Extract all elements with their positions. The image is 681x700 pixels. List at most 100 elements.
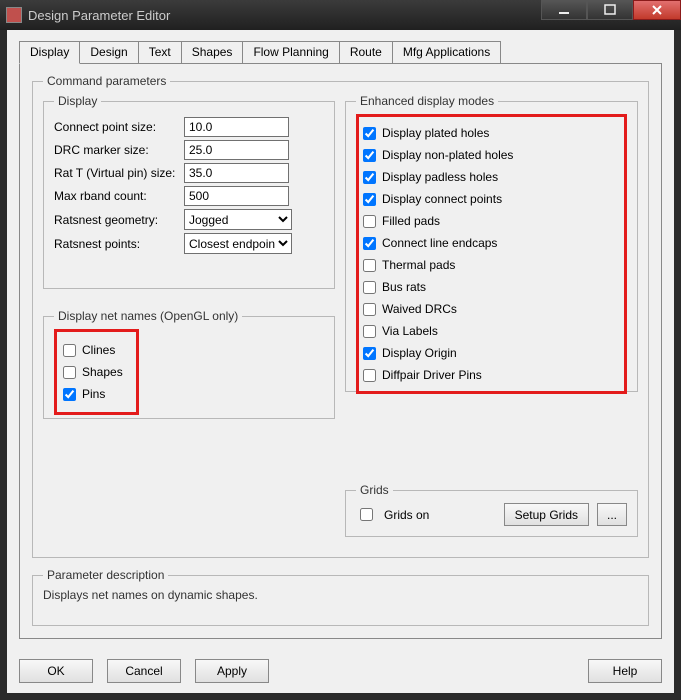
shapes-label: Shapes xyxy=(82,365,123,379)
enhanced-label: Via Labels xyxy=(382,324,438,338)
window-frame: Design Parameter Editor Display Design T… xyxy=(0,0,681,700)
group-legend: Display net names (OpenGL only) xyxy=(54,309,242,323)
enhanced-label: Display padless holes xyxy=(382,170,498,184)
highlight-frame: Clines Shapes Pins xyxy=(54,329,139,415)
enhanced-label: Waived DRCs xyxy=(382,302,457,316)
enhanced-checkbox-6[interactable] xyxy=(363,259,376,272)
enhanced-checkbox-8[interactable] xyxy=(363,303,376,316)
group-legend: Enhanced display modes xyxy=(356,94,498,108)
enhanced-item: Display Origin xyxy=(363,343,620,363)
setup-grids-ellipsis-button[interactable]: ... xyxy=(597,503,627,526)
grids-group: Grids Grids on Setup Grids ... xyxy=(345,483,638,537)
command-parameters-group: Command parameters Display Connect point… xyxy=(32,74,649,558)
enhanced-item: Display padless holes xyxy=(363,167,620,187)
connect-point-label: Connect point size: xyxy=(54,120,184,134)
maximize-button[interactable] xyxy=(587,0,633,20)
group-legend: Parameter description xyxy=(43,568,168,582)
rat-t-label: Rat T (Virtual pin) size: xyxy=(54,166,184,180)
enhanced-label: Display plated holes xyxy=(382,126,489,140)
enhanced-label: Thermal pads xyxy=(382,258,455,272)
parameter-description-text: Displays net names on dynamic shapes. xyxy=(43,588,638,602)
drc-marker-label: DRC marker size: xyxy=(54,143,184,157)
help-button[interactable]: Help xyxy=(588,659,662,683)
clines-checkbox[interactable] xyxy=(63,344,76,357)
titlebar[interactable]: Design Parameter Editor xyxy=(0,0,681,30)
enhanced-label: Connect line endcaps xyxy=(382,236,497,250)
enhanced-checkbox-5[interactable] xyxy=(363,237,376,250)
enhanced-item: Connect line endcaps xyxy=(363,233,620,253)
enhanced-item: Display connect points xyxy=(363,189,620,209)
enhanced-checkbox-9[interactable] xyxy=(363,325,376,338)
tab-label: Text xyxy=(149,45,171,59)
enhanced-item: Display non-plated holes xyxy=(363,145,620,165)
max-rband-label: Max rband count: xyxy=(54,189,184,203)
enhanced-item: Diffpair Driver Pins xyxy=(363,365,620,385)
grids-on-label: Grids on xyxy=(384,508,429,522)
enhanced-checkbox-1[interactable] xyxy=(363,149,376,162)
enhanced-checkbox-10[interactable] xyxy=(363,347,376,360)
rat-t-input[interactable] xyxy=(184,163,289,183)
tab-strip: Display Design Text Shapes Flow Planning… xyxy=(19,40,662,63)
apply-button[interactable]: Apply xyxy=(195,659,269,683)
enhanced-checkbox-4[interactable] xyxy=(363,215,376,228)
tab-design[interactable]: Design xyxy=(79,41,138,64)
enhanced-checkbox-0[interactable] xyxy=(363,127,376,140)
enhanced-item: Waived DRCs xyxy=(363,299,620,319)
tab-label: Flow Planning xyxy=(253,45,328,59)
tab-label: Route xyxy=(350,45,382,59)
enhanced-item: Via Labels xyxy=(363,321,620,341)
client-area: Display Design Text Shapes Flow Planning… xyxy=(7,30,674,693)
enhanced-label: Display Origin xyxy=(382,346,457,360)
tab-label: Shapes xyxy=(192,45,233,59)
enhanced-item: Bus rats xyxy=(363,277,620,297)
tab-label: Display xyxy=(30,45,69,59)
tab-flow-planning[interactable]: Flow Planning xyxy=(242,41,339,64)
ratsnest-points-select[interactable]: Closest endpoint xyxy=(184,233,292,254)
max-rband-input[interactable] xyxy=(184,186,289,206)
tab-display[interactable]: Display xyxy=(19,41,80,64)
enhanced-checkbox-2[interactable] xyxy=(363,171,376,184)
tab-shapes[interactable]: Shapes xyxy=(181,41,244,64)
minimize-button[interactable] xyxy=(541,0,587,20)
app-icon xyxy=(6,7,22,23)
tab-page-display: Command parameters Display Connect point… xyxy=(19,63,662,639)
enhanced-label: Diffpair Driver Pins xyxy=(382,368,482,382)
highlight-frame: Display plated holes Display non-plated h… xyxy=(356,114,627,394)
pins-checkbox[interactable] xyxy=(63,388,76,401)
display-group: Display Connect point size: DRC marker s… xyxy=(43,94,335,289)
ok-button[interactable]: OK xyxy=(19,659,93,683)
enhanced-label: Bus rats xyxy=(382,280,426,294)
setup-grids-button[interactable]: Setup Grids xyxy=(504,503,589,526)
cancel-button[interactable]: Cancel xyxy=(107,659,181,683)
enhanced-display-group: Enhanced display modes Display plated ho… xyxy=(345,94,638,392)
tab-label: Mfg Applications xyxy=(403,45,490,59)
tab-route[interactable]: Route xyxy=(339,41,393,64)
dialog-button-bar: OK Cancel Apply Help xyxy=(19,659,662,685)
ratsnest-geom-select[interactable]: Jogged xyxy=(184,209,292,230)
enhanced-item: Display plated holes xyxy=(363,123,620,143)
enhanced-label: Display connect points xyxy=(382,192,502,206)
clines-label: Clines xyxy=(82,343,115,357)
enhanced-label: Display non-plated holes xyxy=(382,148,513,162)
group-legend: Display xyxy=(54,94,101,108)
drc-marker-input[interactable] xyxy=(184,140,289,160)
pins-label: Pins xyxy=(82,387,105,401)
enhanced-checkbox-7[interactable] xyxy=(363,281,376,294)
enhanced-checkbox-11[interactable] xyxy=(363,369,376,382)
shapes-checkbox[interactable] xyxy=(63,366,76,379)
enhanced-item: Thermal pads xyxy=(363,255,620,275)
ratsnest-geom-label: Ratsnest geometry: xyxy=(54,213,184,227)
tab-text[interactable]: Text xyxy=(138,41,182,64)
connect-point-input[interactable] xyxy=(184,117,289,137)
ratsnest-points-label: Ratsnest points: xyxy=(54,237,184,251)
enhanced-label: Filled pads xyxy=(382,214,440,228)
tab-mfg-applications[interactable]: Mfg Applications xyxy=(392,41,501,64)
parameter-description-group: Parameter description Displays net names… xyxy=(32,568,649,626)
window-title: Design Parameter Editor xyxy=(28,8,541,23)
display-net-names-group: Display net names (OpenGL only) Clines S… xyxy=(43,309,335,419)
enhanced-checkbox-3[interactable] xyxy=(363,193,376,206)
group-legend: Grids xyxy=(356,483,393,497)
grids-on-checkbox[interactable] xyxy=(360,508,373,521)
close-button[interactable] xyxy=(633,0,681,20)
group-legend: Command parameters xyxy=(43,74,170,88)
